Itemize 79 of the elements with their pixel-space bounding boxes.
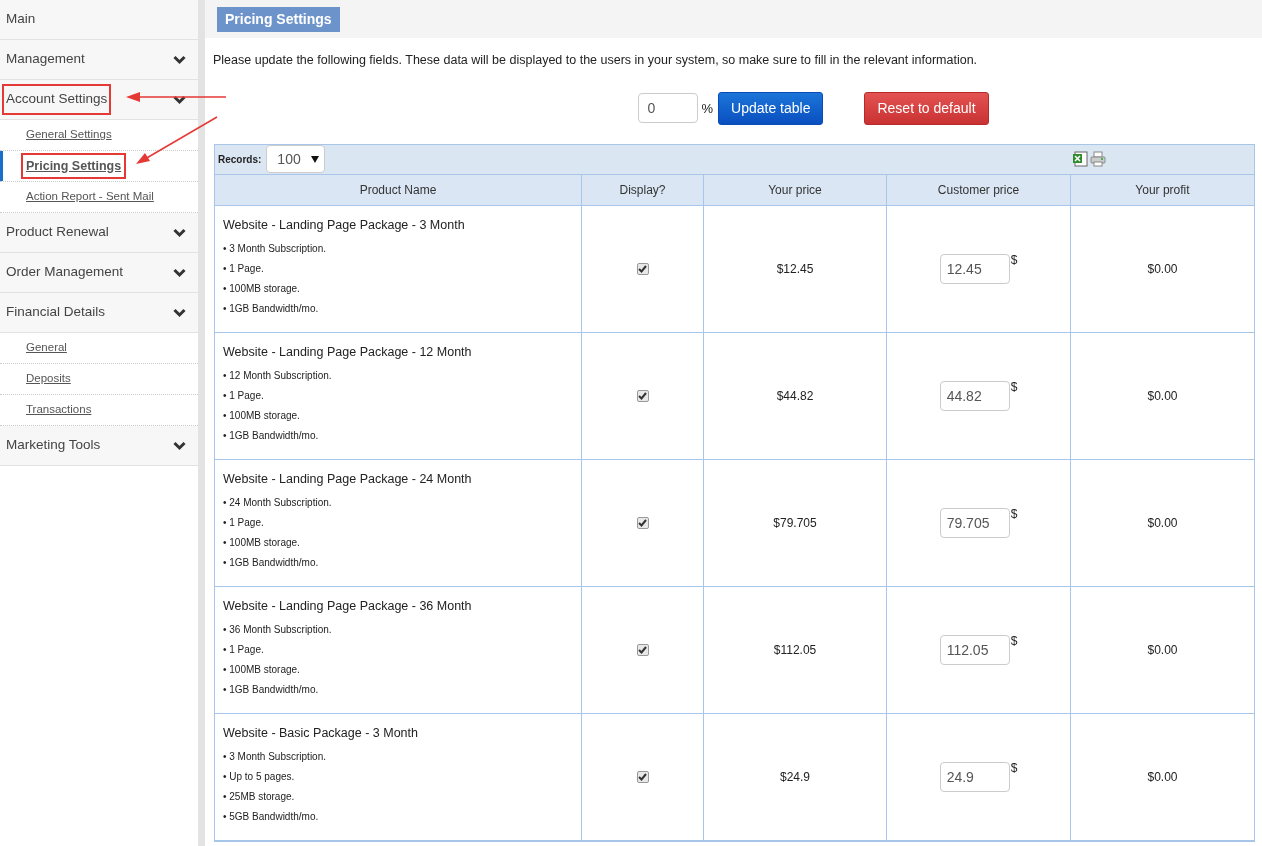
- currency-sign: $: [1010, 507, 1018, 520]
- sidebar-link[interactable]: General: [21, 335, 72, 361]
- update-table-button[interactable]: Update table: [718, 91, 824, 125]
- sidebar-item[interactable]: Marketing Tools: [0, 426, 198, 466]
- sidebar-link[interactable]: Transactions: [21, 397, 97, 423]
- customer-price-field[interactable]: 112.05: [939, 634, 1010, 665]
- page-title: Pricing Settings: [217, 7, 340, 32]
- product-name: Website - Landing Page Package - 24 Month: [223, 470, 472, 488]
- product-name: Website - Landing Page Package - 36 Month: [223, 597, 472, 615]
- column-header: Product Name: [215, 174, 582, 206]
- profit-cell-text: $0.00: [1147, 768, 1178, 786]
- display-checkbox[interactable]: [636, 262, 649, 275]
- sidebar-link[interactable]: Pricing Settings: [21, 152, 127, 180]
- price-cell-text: $79.705: [773, 514, 817, 532]
- feature-item: • 36 Month Subscription.: [223, 622, 332, 637]
- customer-price-field[interactable]: 44.82: [939, 380, 1010, 411]
- product-name: Website - Landing Page Package - 3 Month: [223, 216, 465, 234]
- column-header: Customer price: [887, 174, 1071, 206]
- sidebar-item[interactable]: Product Renewal: [0, 213, 198, 253]
- feature-item: • 1GB Bandwidth/mo.: [223, 301, 319, 316]
- feature-item: • 1GB Bandwidth/mo.: [223, 682, 319, 697]
- column-header: Your price: [704, 174, 887, 206]
- feature-item: • 1 Page.: [223, 388, 264, 403]
- reset-button[interactable]: Reset to default: [864, 91, 989, 125]
- feature-item: • 25MB storage.: [223, 789, 295, 804]
- display-checkbox[interactable]: [636, 389, 649, 402]
- sidebar-item[interactable]: Order Management: [0, 253, 198, 293]
- customer-price-field[interactable]: 24.9: [939, 761, 1010, 792]
- percent-sign: %: [701, 99, 714, 118]
- feature-item: • 3 Month Subscription.: [223, 749, 326, 764]
- product-name: Website - Landing Page Package - 12 Month: [223, 343, 472, 361]
- sidebar-item[interactable]: Account Settings: [0, 80, 198, 120]
- product-name: Website - Basic Package - 3 Month: [223, 724, 418, 742]
- records-select[interactable]: 100: [266, 145, 326, 174]
- spreadsheet-icon[interactable]: [1072, 151, 1088, 168]
- profit-cell-text: $0.00: [1147, 260, 1178, 278]
- feature-item: • 100MB storage.: [223, 281, 300, 296]
- display-checkbox[interactable]: [636, 770, 649, 783]
- price-cell-text: $24.9: [780, 768, 810, 786]
- sidebar-item[interactable]: Main: [0, 0, 198, 40]
- currency-sign: $: [1010, 761, 1018, 774]
- profit-cell-text: $0.00: [1147, 641, 1178, 659]
- feature-item: • 100MB storage.: [223, 535, 300, 550]
- feature-item: • 5GB Bandwidth/mo.: [223, 809, 319, 824]
- profit-cell-text: $0.00: [1147, 387, 1178, 405]
- sidebar-item[interactable]: Financial Details: [0, 293, 198, 333]
- currency-sign: $: [1010, 253, 1018, 266]
- column-header: Your profit: [1071, 174, 1254, 206]
- feature-item: • 1 Page.: [223, 515, 264, 530]
- feature-item: • 1 Page.: [223, 642, 264, 657]
- feature-item: • Up to 5 pages.: [223, 769, 295, 784]
- column-header: Display?: [582, 174, 704, 206]
- feature-item: • 1GB Bandwidth/mo.: [223, 428, 319, 443]
- sidebar-link[interactable]: General Settings: [21, 122, 117, 148]
- description: Please update the following fields. These data will be displayed to the users in your system, so make sure to fill in the relevant information.: [212, 52, 979, 69]
- printer-icon[interactable]: [1090, 151, 1106, 168]
- currency-sign: $: [1010, 634, 1018, 647]
- sidebar-link[interactable]: Action Report - Sent Mail: [21, 184, 159, 210]
- feature-item: • 1GB Bandwidth/mo.: [223, 555, 319, 570]
- customer-price-field[interactable]: 12.45: [939, 253, 1010, 284]
- feature-item: • 12 Month Subscription.: [223, 368, 332, 383]
- caret-icon: [311, 155, 320, 163]
- feature-item: • 3 Month Subscription.: [223, 241, 326, 256]
- display-checkbox[interactable]: [636, 643, 649, 656]
- price-cell-text: $112.05: [773, 641, 817, 659]
- display-checkbox[interactable]: [636, 516, 649, 529]
- price-cell-text: $12.45: [776, 260, 814, 278]
- records-label: Records:: [218, 152, 262, 167]
- sidebar-item[interactable]: Management: [0, 40, 198, 80]
- feature-item: • 1 Page.: [223, 261, 264, 276]
- currency-sign: $: [1010, 380, 1018, 393]
- customer-price-field[interactable]: 79.705: [939, 507, 1010, 538]
- profit-cell-text: $0.00: [1147, 514, 1178, 532]
- feature-item: • 100MB storage.: [223, 662, 300, 677]
- feature-item: • 24 Month Subscription.: [223, 495, 332, 510]
- sidebar-link[interactable]: Deposits: [21, 366, 76, 392]
- feature-item: • 100MB storage.: [223, 408, 300, 423]
- price-cell-text: $44.82: [776, 387, 814, 405]
- percent-field[interactable]: 0: [638, 93, 699, 124]
